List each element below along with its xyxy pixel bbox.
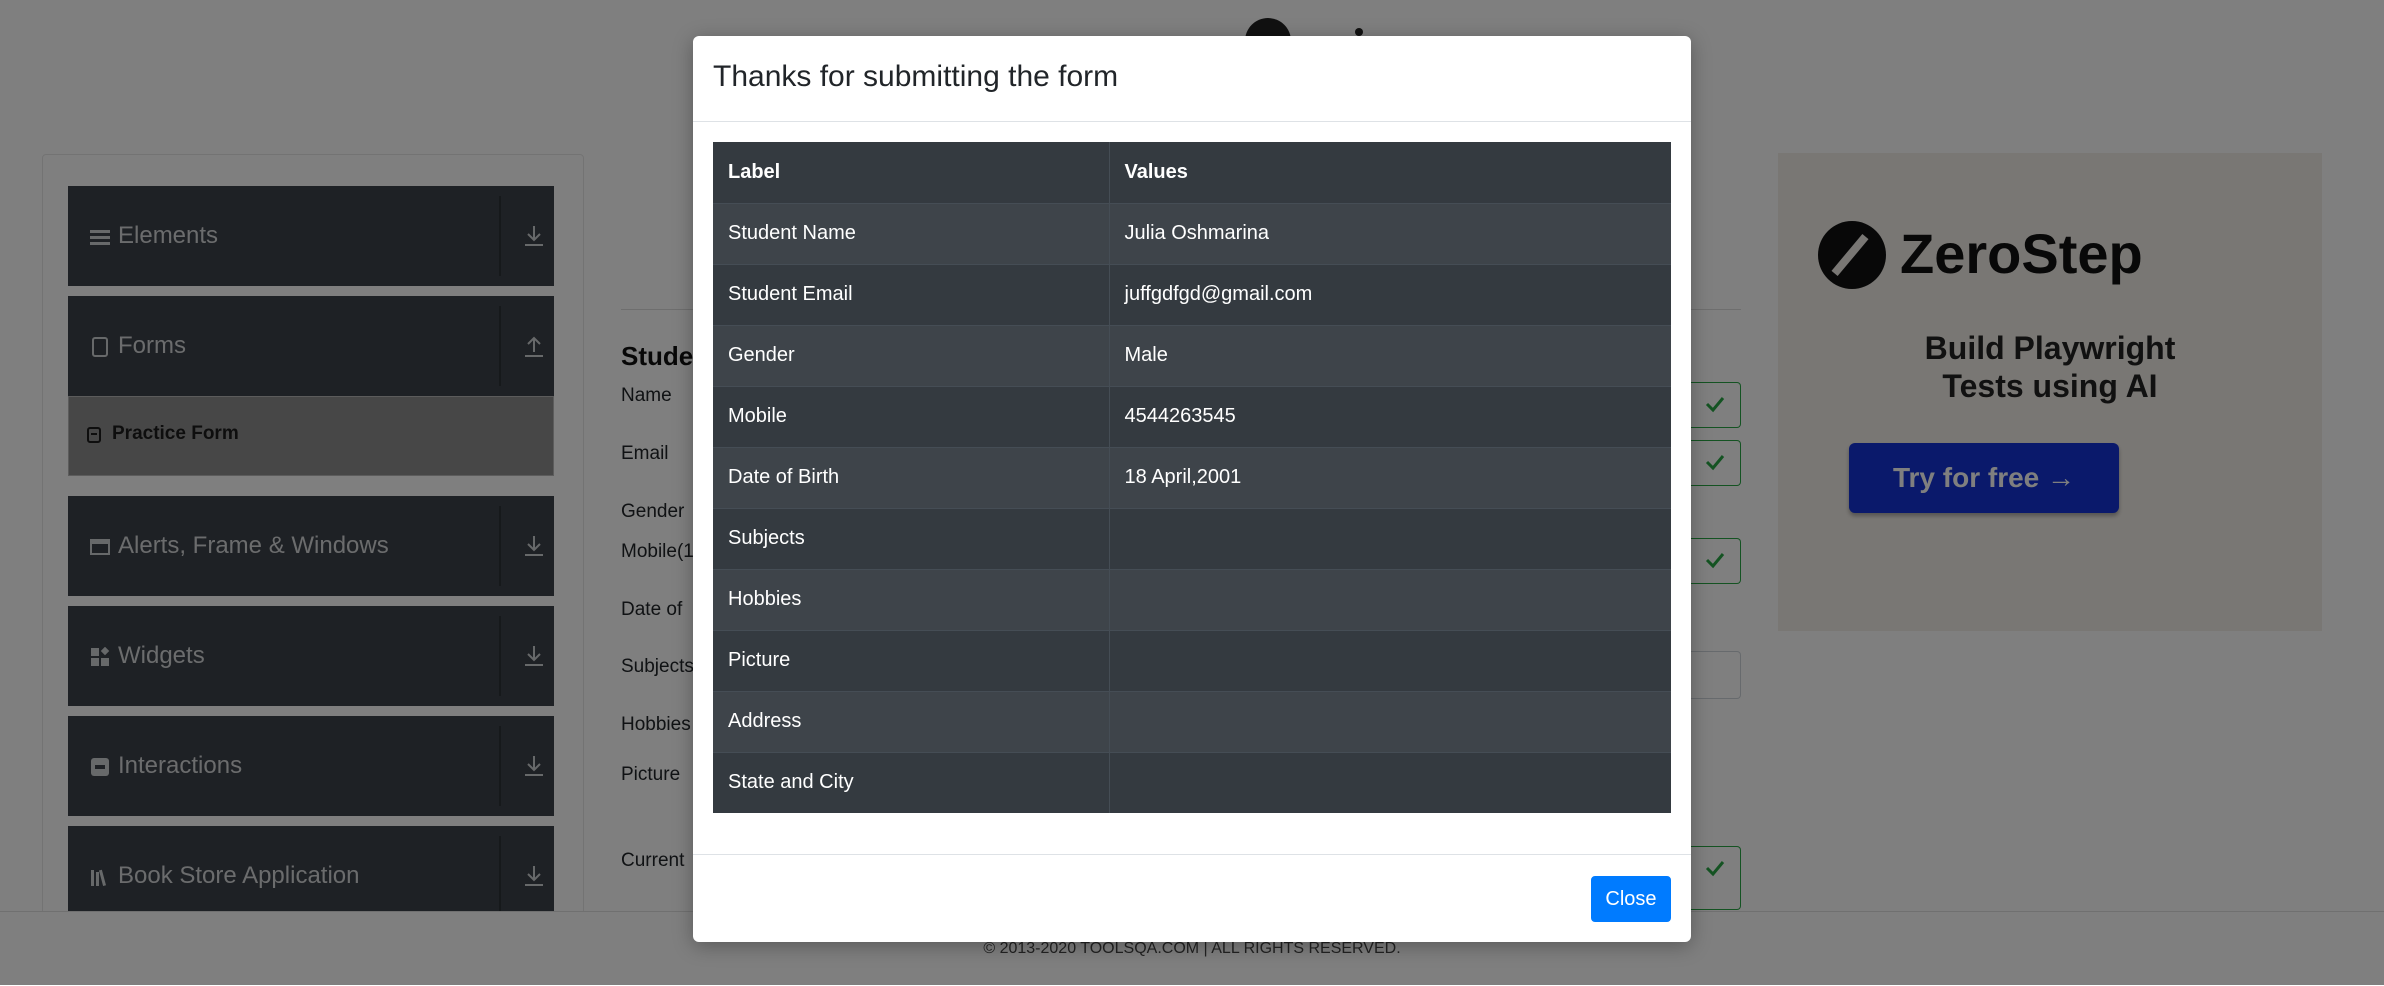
row-value: [1109, 568, 1671, 630]
row-label: Date of Birth: [713, 446, 1110, 508]
row-label: Student Name: [713, 202, 1110, 264]
modal-header: Thanks for submitting the form: [693, 36, 1691, 122]
table-row: Student Name Julia Oshmarina: [713, 202, 1671, 264]
row-label: Student Email: [713, 263, 1110, 325]
table-row: Mobile 4544263545: [713, 385, 1671, 447]
row-label: Picture: [713, 629, 1110, 691]
close-button[interactable]: Close: [1591, 876, 1671, 922]
table-row: State and City: [713, 751, 1671, 813]
row-value: Julia Oshmarina: [1109, 202, 1671, 264]
row-label: Subjects: [713, 507, 1110, 569]
row-label: Gender: [713, 324, 1110, 386]
row-label: Hobbies: [713, 568, 1110, 630]
row-value: juffgdfgd@gmail.com: [1109, 263, 1671, 325]
column-header-label: Label: [713, 142, 1110, 203]
table-row: Subjects: [713, 507, 1671, 569]
table-row: Hobbies: [713, 568, 1671, 630]
modal-title: Thanks for submitting the form: [713, 60, 1119, 93]
row-value: [1109, 751, 1671, 813]
table-row: Date of Birth 18 April,2001: [713, 446, 1671, 508]
table-row: Picture: [713, 629, 1671, 691]
results-table: Label Values Student Name Julia Oshmarin…: [713, 142, 1671, 813]
row-label: State and City: [713, 751, 1110, 813]
row-value: Male: [1109, 324, 1671, 386]
row-value: [1109, 507, 1671, 569]
column-header-values: Values: [1109, 142, 1671, 203]
row-label: Address: [713, 690, 1110, 752]
row-value: 18 April,2001: [1109, 446, 1671, 508]
modal-body: Label Values Student Name Julia Oshmarin…: [713, 142, 1671, 813]
table-row: Gender Male: [713, 324, 1671, 386]
table-row: Address: [713, 690, 1671, 752]
submission-modal: Thanks for submitting the form Label Val…: [693, 36, 1691, 942]
row-value: 4544263545: [1109, 385, 1671, 447]
row-value: [1109, 629, 1671, 691]
table-row: Student Email juffgdfgd@gmail.com: [713, 263, 1671, 325]
row-label: Mobile: [713, 385, 1110, 447]
row-value: [1109, 690, 1671, 752]
modal-footer: Close: [693, 854, 1691, 943]
table-header-row: Label Values: [713, 142, 1671, 203]
